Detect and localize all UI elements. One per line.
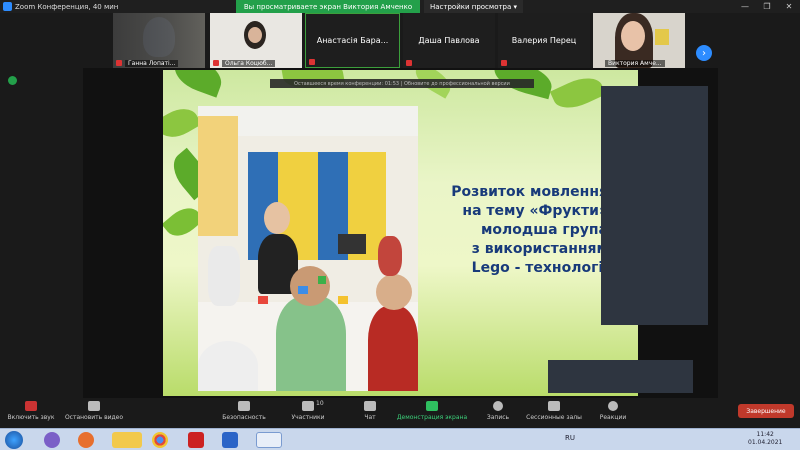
shield-icon xyxy=(238,401,250,411)
media-player-icon[interactable] xyxy=(78,432,94,448)
security-label: Безопасность xyxy=(222,414,266,421)
classroom-photo xyxy=(198,106,418,391)
chrome-icon[interactable] xyxy=(152,432,168,448)
participants-count: 10 xyxy=(316,400,324,407)
participant-gallery: Ганна Лопаті... Ольга Коцюб... Анастасія… xyxy=(0,13,800,68)
viewing-banner: Вы просматриваете экран Виктория Амченко xyxy=(236,0,420,13)
participants-button[interactable]: Участники 10 xyxy=(286,398,330,428)
leaf-decoration xyxy=(549,70,607,116)
leaf-decoration xyxy=(163,101,202,145)
muted-mic-icon xyxy=(213,60,219,66)
close-button[interactable]: ✕ xyxy=(778,0,800,13)
slide-title-line: Розвиток мовлення xyxy=(451,184,608,200)
record-icon xyxy=(493,401,503,411)
file-explorer-icon[interactable] xyxy=(112,432,142,448)
end-meeting-button[interactable]: Завершение xyxy=(738,404,794,418)
zoom-window: Zoom Конференция, 40 мин Вы просматривае… xyxy=(0,0,800,450)
slide-title: Розвиток мовлення на тему «Фрукти» молод… xyxy=(428,183,608,278)
muted-mic-icon xyxy=(501,60,507,66)
reactions-button[interactable]: Реакции xyxy=(596,398,630,428)
meeting-toolbar: Включить звук Остановить видео Безопасно… xyxy=(0,398,800,428)
participant-name: Анастасія Бара... xyxy=(316,36,389,45)
participant-tile[interactable]: Даша Павлова xyxy=(403,13,495,68)
slide-title-line: з використанням xyxy=(471,241,608,257)
window-controls: — ❐ ✕ xyxy=(734,0,800,13)
stop-video-button[interactable]: Остановить видео xyxy=(62,398,126,428)
participants-icon xyxy=(302,401,314,411)
participant-tile[interactable]: Виктория Амче... xyxy=(593,13,685,68)
zoom-taskbar-icon[interactable] xyxy=(256,432,282,448)
record-button[interactable]: Запись xyxy=(481,398,515,428)
participant-name: Ольга Коцюб... xyxy=(222,60,276,67)
reactions-icon xyxy=(608,401,618,411)
participant-tile[interactable]: Ольга Коцюб... xyxy=(210,13,302,68)
encryption-shield-icon[interactable] xyxy=(8,76,17,85)
participant-name: Даша Павлова xyxy=(418,36,480,45)
share-screen-button[interactable]: Демонстрация экрана xyxy=(395,398,469,428)
zoom-app-icon xyxy=(3,2,12,11)
clock-date: 01.04.2021 xyxy=(748,439,783,446)
start-button[interactable] xyxy=(5,431,23,449)
chat-button[interactable]: Чат xyxy=(356,398,384,428)
breakout-rooms-label: Сессионные залы xyxy=(526,414,582,421)
breakout-rooms-button[interactable]: Сессионные залы xyxy=(522,398,586,428)
maximize-button[interactable]: ❐ xyxy=(756,0,778,13)
minimize-button[interactable]: — xyxy=(734,0,756,13)
floppy-icon[interactable] xyxy=(188,432,204,448)
slide-title-line: на тему «Фрукти» xyxy=(462,203,608,219)
leaf-decoration xyxy=(169,70,227,98)
redacted-panel xyxy=(601,86,708,325)
record-label: Запись xyxy=(486,414,510,421)
system-clock[interactable]: 11:42 01.04.2021 xyxy=(748,431,782,447)
redacted-panel xyxy=(548,360,693,393)
participant-name: Валерия Перец xyxy=(511,36,577,45)
unmute-button[interactable]: Включить звук xyxy=(4,398,58,428)
share-screen-icon xyxy=(426,401,438,411)
microphone-muted-icon xyxy=(25,401,37,411)
viber-icon[interactable] xyxy=(44,432,60,448)
chat-icon xyxy=(364,401,376,411)
breakout-rooms-icon xyxy=(548,401,560,411)
window-title: Zoom Конференция, 40 мин xyxy=(15,2,119,11)
word-icon[interactable] xyxy=(222,432,238,448)
muted-mic-icon xyxy=(116,60,122,66)
slide-title-line: молодша група xyxy=(480,222,608,238)
slide-title-line: Lego - технології xyxy=(471,260,608,276)
muted-mic-icon xyxy=(406,60,412,66)
reactions-label: Реакции xyxy=(599,414,627,421)
video-camera-icon xyxy=(88,401,100,411)
security-button[interactable]: Безопасность xyxy=(217,398,271,428)
time-remaining-notice[interactable]: Оставшееся время конференции: 01:53 | Об… xyxy=(270,79,534,88)
muted-mic-icon xyxy=(309,59,315,65)
participant-tile[interactable]: Ганна Лопаті... xyxy=(113,13,205,68)
share-screen-label: Демонстрация экрана xyxy=(396,414,468,421)
windows-taskbar: RU 11:42 01.04.2021 xyxy=(0,428,800,450)
participant-name: Ганна Лопаті... xyxy=(125,60,179,67)
language-indicator[interactable]: RU xyxy=(565,434,575,442)
chat-label: Чат xyxy=(364,414,376,421)
next-page-button[interactable]: › xyxy=(696,45,712,61)
participant-name: Виктория Амче... xyxy=(605,60,665,67)
stop-video-label: Остановить видео xyxy=(64,414,124,421)
participant-tile[interactable]: Анастасія Бара... xyxy=(305,13,400,68)
unmute-label: Включить звук xyxy=(7,414,55,421)
clock-time: 11:42 xyxy=(756,431,774,438)
view-options-button[interactable]: Настройки просмотра ▾ xyxy=(424,0,524,13)
participants-label: Участники xyxy=(291,414,325,421)
participant-tile[interactable]: Валерия Перец xyxy=(498,13,590,68)
